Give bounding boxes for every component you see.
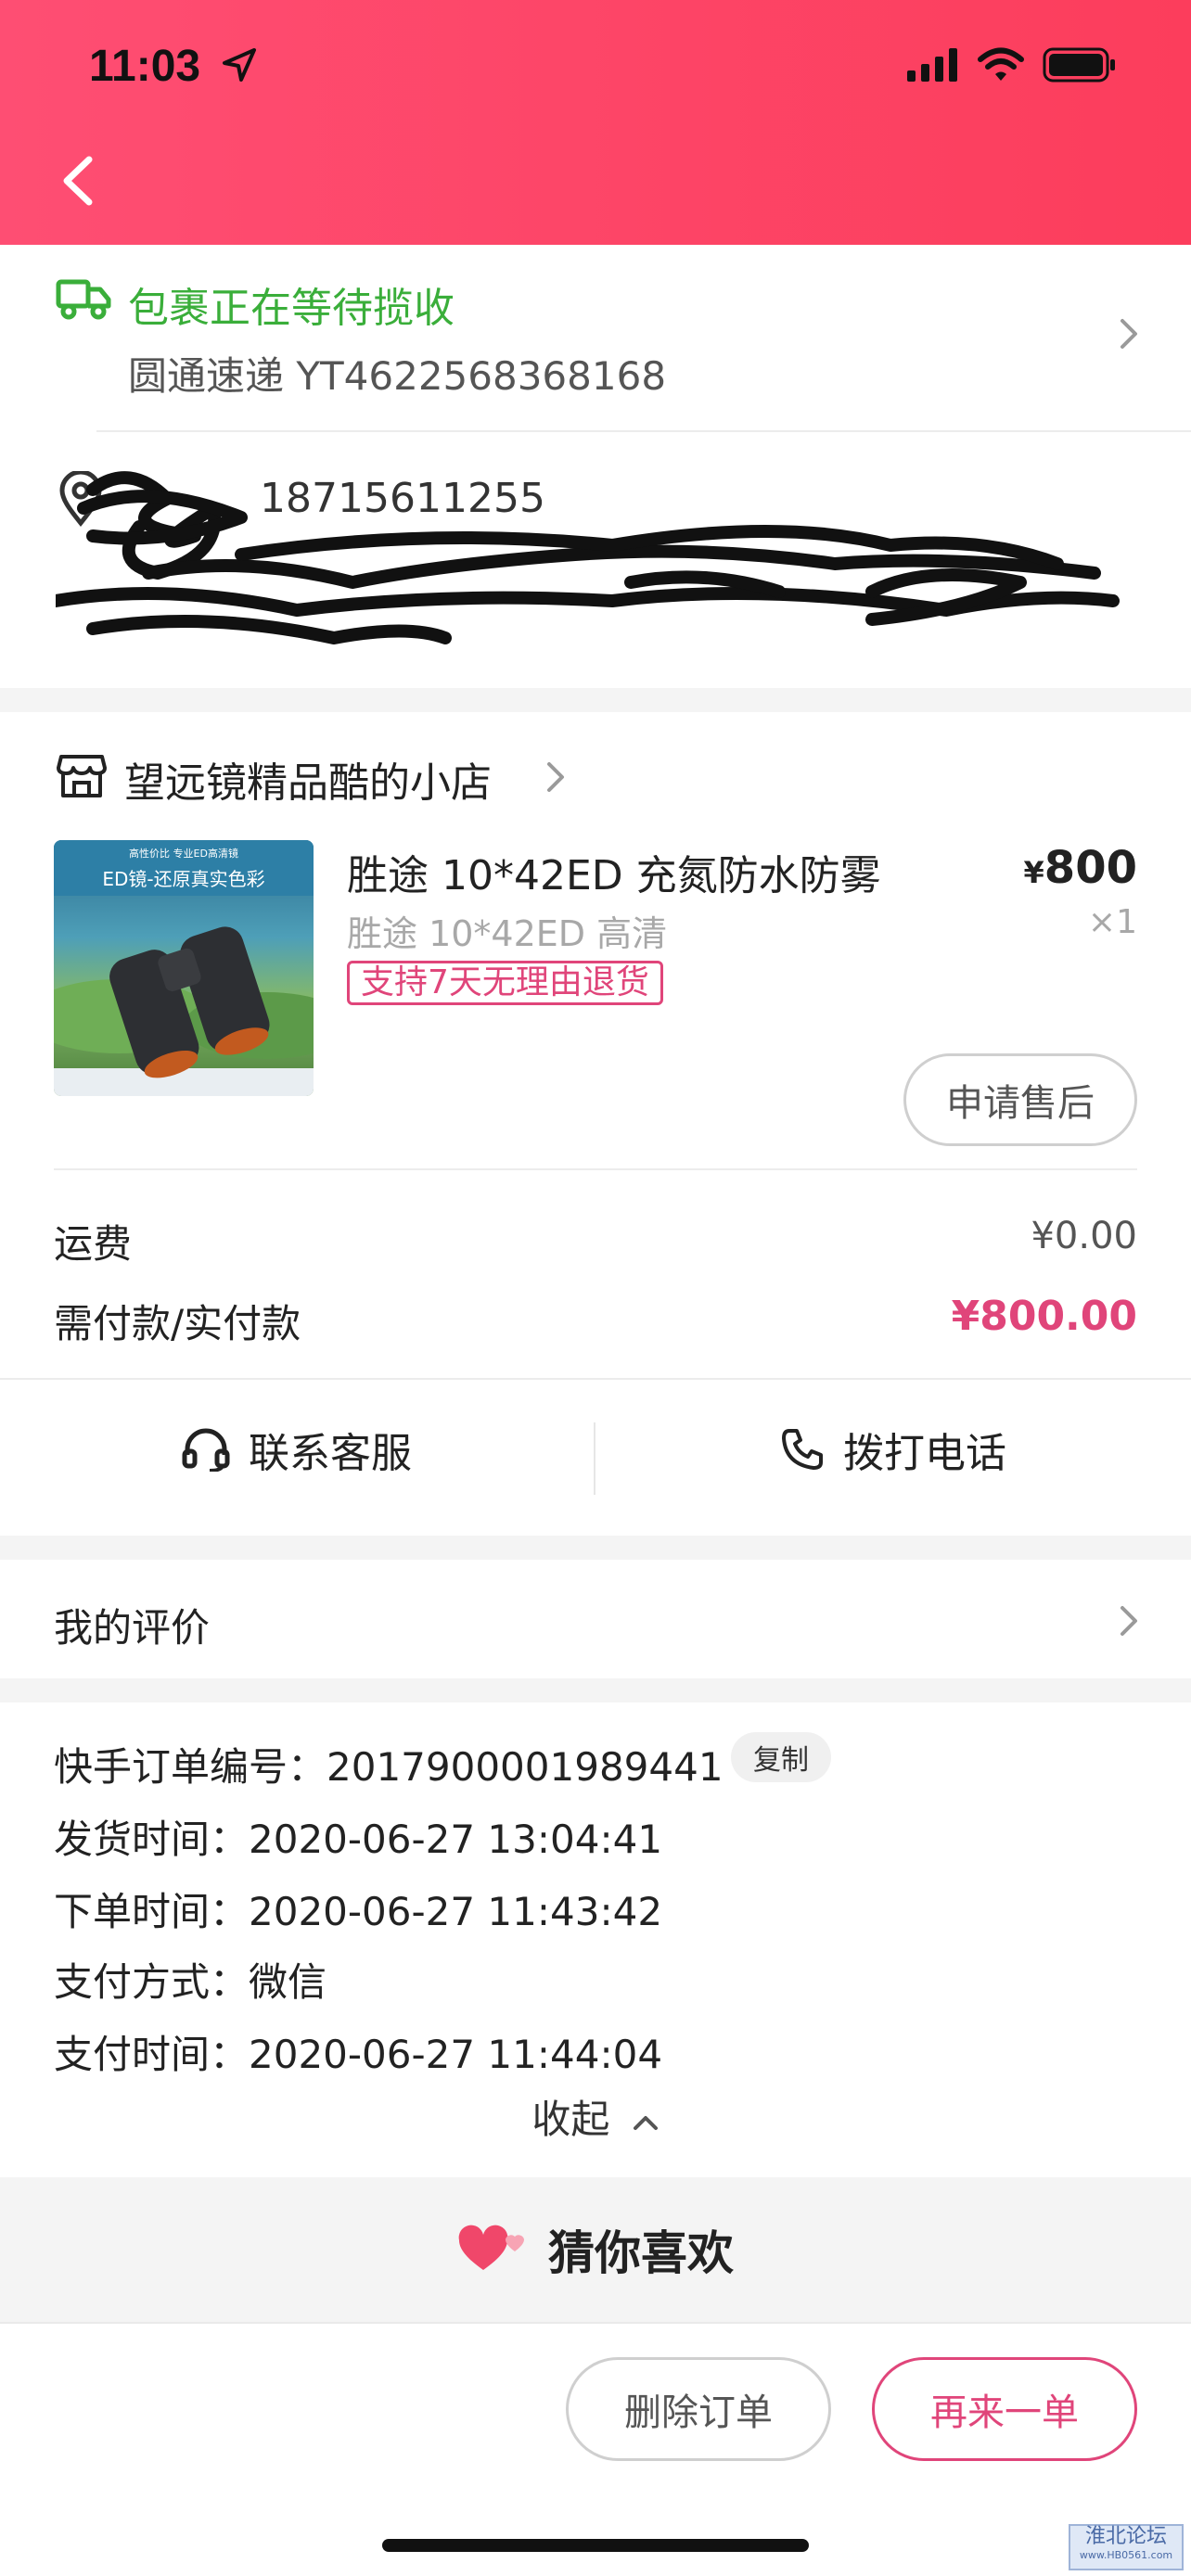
headset-icon [182,1428,230,1472]
watermark-text: 淮北论坛 [1084,2525,1167,2548]
recommend-section: 猜你喜欢 [0,2177,1191,2322]
order-time: 下单时间：2020-06-27 11:43:42 [54,1889,663,1934]
ship-time: 发货时间：2020-06-27 13:04:41 [54,1817,663,1862]
collapse-label: 收起 [531,2097,610,2142]
call-phone-label: 拨打电话 [843,1430,1006,1477]
wifi-icon [978,47,1024,81]
contact-service-button[interactable]: 联系客服 [0,1391,594,1508]
status-time: 11:03 [89,42,201,91]
collapse-toggle[interactable]: 收起 [0,2088,1191,2145]
home-indicator[interactable] [382,2539,809,2552]
shipping-status[interactable]: 包裹正在等待揽收 [128,274,455,334]
delete-order-button[interactable]: 删除订单 [566,2357,831,2461]
section-gap [0,1536,1191,1560]
payment-time: 支付时间：2020-06-27 11:44:04 [54,2032,663,2077]
watermark: 淮北论坛 www.HB0561.com [1069,2524,1184,2570]
redaction-scribble [56,471,1120,644]
section-gap [0,1678,1191,1702]
header: 11:03 [0,0,1191,245]
product-spec: 胜途 10*42ED 高清 [347,913,668,954]
paid-amount-label: 需付款/实付款 [54,1301,301,1346]
hearts-icon [458,2225,524,2270]
shop-name[interactable]: 望远镜精品酷的小店 [124,749,492,809]
chevron-right-icon[interactable] [1115,1602,1143,1639]
battery-icon [1043,47,1115,83]
contact-service-label: 联系客服 [249,1430,412,1477]
reorder-button[interactable]: 再来一单 [872,2357,1137,2461]
product-image[interactable]: 高性价比 专业ED高清镜 ED镜-还原真实色彩 [54,840,314,1096]
payment-method: 支付方式：微信 [54,1959,327,2005]
divider [54,1168,1137,1170]
call-phone-button[interactable]: 拨打电话 [596,1391,1191,1508]
shipping-fee-value: ¥0.00 [1031,1215,1137,1257]
after-sale-button[interactable]: 申请售后 [903,1053,1137,1146]
shipping-fee-label: 运费 [54,1221,133,1267]
chevron-up-icon [633,2115,658,2130]
back-arrow-icon[interactable] [52,148,104,213]
recommend-title: 猜你喜欢 [548,2226,734,2280]
truck-icon [56,279,111,320]
signal-icon [907,48,957,82]
watermark-url: www.HB0561.com [1079,2549,1173,2561]
product-title[interactable]: 胜途 10*42ED 充氮防水防雾 [347,842,881,901]
shop-icon [57,755,107,797]
phone-icon [782,1429,823,1470]
product-price: ¥800 [1024,842,1137,894]
copy-order-button[interactable]: 复制 [731,1732,831,1782]
product-image-caption: 高性价比 专业ED高清镜 [129,848,238,860]
order-number: 快手订单编号：2017900001989441 [54,1744,724,1790]
my-review-label[interactable]: 我的评价 [54,1597,210,1653]
chevron-right-icon[interactable] [1115,315,1143,352]
product-quantity: ×1 [1087,903,1137,941]
location-arrow-icon [223,48,256,82]
tracking-number[interactable]: 圆通速递 YT4622568368168 [128,345,666,402]
return-policy-tag: 支持7天无理由退货 [347,961,663,1005]
currency-symbol: ¥ [1023,855,1044,890]
paid-amount-value: ¥800.00 [951,1293,1137,1340]
price-value: 800 [1044,842,1137,894]
section-gap [0,688,1191,712]
divider [96,430,1191,432]
status-icons [907,46,1117,83]
product-image-headline: ED镜-还原真实色彩 [102,868,265,890]
chevron-right-icon[interactable] [542,759,570,796]
